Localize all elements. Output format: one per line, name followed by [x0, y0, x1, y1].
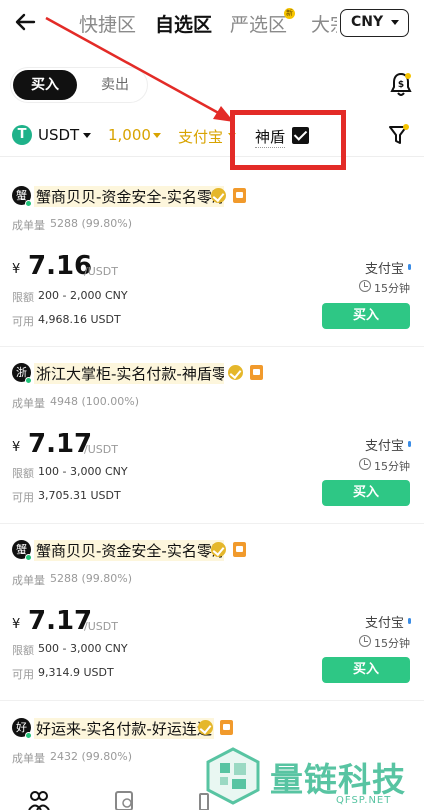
amount-filter[interactable]: 1,000 [108, 126, 151, 144]
orders-icon[interactable] [114, 790, 136, 810]
unit-price: 7.17 [28, 429, 93, 459]
tab-bulk-zone[interactable]: 大宗 [311, 10, 337, 37]
merchant-name[interactable]: 蟹商贝贝-资金安全-实名零冻 [34, 186, 224, 207]
buy-sell-toggle: 买入 卖出 [11, 68, 147, 102]
merchant-name[interactable]: 蟹商贝贝-资金安全-实名零冻 [34, 540, 224, 561]
watermark-text: 量链科技 [270, 760, 406, 799]
payment-time-limit: 15分钟 [374, 460, 410, 473]
alipay-indicator-icon [408, 264, 411, 270]
unit-price: 7.17 [28, 606, 93, 636]
available-label: 可用 [12, 315, 34, 328]
price-unit: /USDT [84, 265, 118, 278]
payment-time-limit: 15分钟 [374, 282, 410, 295]
limit-range: 500 - 3,000 CNY [38, 642, 128, 655]
online-status-dot [25, 200, 32, 207]
buy-button[interactable]: 买入 [322, 480, 410, 506]
listing-divider [0, 346, 424, 347]
usdt-icon: T [12, 125, 32, 145]
tab-custom-zone[interactable]: 自选区 [155, 10, 212, 37]
notification-bell-icon[interactable]: $ [389, 72, 413, 98]
orders-label: 成单量 [12, 397, 45, 410]
limit-label: 限额 [12, 644, 34, 657]
orders-label: 成单量 [12, 752, 45, 765]
available-amount: 4,968.16 USDT [38, 313, 121, 326]
currency-selector[interactable]: CNY [340, 9, 409, 37]
watermark-url: QFSP.NET [336, 795, 392, 806]
unit-price: 7.16 [28, 251, 93, 281]
filter-funnel-icon[interactable] [388, 123, 410, 147]
listing-divider [0, 523, 424, 524]
price-unit: /USDT [84, 620, 118, 633]
top-header: 快捷区 自选区 严选区 新 大宗 CNY [0, 0, 424, 50]
back-arrow-icon[interactable] [12, 8, 40, 36]
orders-count: 5288 (99.80%) [50, 572, 133, 585]
annotation-highlight-box [230, 110, 346, 170]
available-label: 可用 [12, 491, 34, 504]
orders-count: 2432 (99.80%) [50, 750, 133, 763]
currency-symbol: ¥ [12, 617, 21, 632]
merchant-name[interactable]: 浙江大掌柜-实名付款-神盾零... [34, 363, 224, 384]
verified-badge-icon [211, 542, 226, 557]
buy-button[interactable]: 买入 [322, 657, 410, 683]
coin-filter[interactable]: USDT [38, 126, 79, 144]
limit-label: 限额 [12, 291, 34, 304]
tab-quick-zone[interactable]: 快捷区 [79, 10, 136, 37]
svg-text:$: $ [398, 80, 404, 90]
chevron-down-icon [391, 20, 399, 25]
orders-count: 5288 (99.80%) [50, 217, 133, 230]
currency-symbol: ¥ [12, 262, 21, 277]
currency-symbol: ¥ [12, 440, 21, 455]
new-badge: 新 [284, 8, 295, 19]
available-amount: 9,314.9 USDT [38, 666, 114, 679]
verified-badge-icon [211, 188, 226, 203]
deposit-badge-icon [233, 542, 246, 557]
merchant-name[interactable]: 好运来-实名付款-好运连连 [34, 718, 214, 739]
payment-time-limit: 15分钟 [374, 637, 410, 650]
alipay-indicator-icon [408, 441, 411, 447]
deposit-badge-icon [233, 188, 246, 203]
orders-count: 4948 (100.00%) [50, 395, 140, 408]
buy-tab[interactable]: 买入 [13, 70, 77, 100]
limit-label: 限额 [12, 467, 34, 480]
users-icon[interactable] [28, 790, 50, 810]
limit-range: 100 - 3,000 CNY [38, 465, 128, 478]
verified-badge-icon [198, 720, 213, 735]
clock-icon [359, 635, 371, 647]
payment-filter[interactable]: 支付宝 [178, 126, 230, 147]
payment-method: 支付宝 [365, 439, 405, 454]
online-status-dot [25, 554, 32, 561]
price-unit: /USDT [84, 443, 118, 456]
payment-method: 支付宝 [365, 616, 405, 631]
deposit-badge-icon [250, 365, 263, 380]
verified-badge-icon [228, 365, 243, 380]
clock-icon [359, 280, 371, 292]
clock-icon [359, 458, 371, 470]
chevron-down-icon [153, 133, 161, 138]
chevron-down-icon [83, 133, 91, 138]
limit-range: 200 - 2,000 CNY [38, 289, 128, 302]
listing-divider [0, 700, 424, 701]
filter-bar: T USDT 1,000 支付宝 神盾 [0, 118, 424, 154]
filter-divider [0, 156, 424, 157]
watermark-logo-icon [206, 747, 260, 805]
orders-label: 成单量 [12, 219, 45, 232]
deposit-badge-icon [220, 720, 233, 735]
currency-label: CNY [351, 14, 384, 30]
sell-tab[interactable]: 卖出 [85, 70, 145, 100]
available-label: 可用 [12, 668, 34, 681]
alipay-indicator-icon [408, 618, 411, 624]
online-status-dot [25, 732, 32, 739]
payment-method: 支付宝 [365, 262, 405, 277]
orders-label: 成单量 [12, 574, 45, 587]
buy-button[interactable]: 买入 [322, 303, 410, 329]
tab-selected-zone[interactable]: 严选区 [230, 10, 287, 37]
available-amount: 3,705.31 USDT [38, 489, 121, 502]
online-status-dot [25, 377, 32, 384]
